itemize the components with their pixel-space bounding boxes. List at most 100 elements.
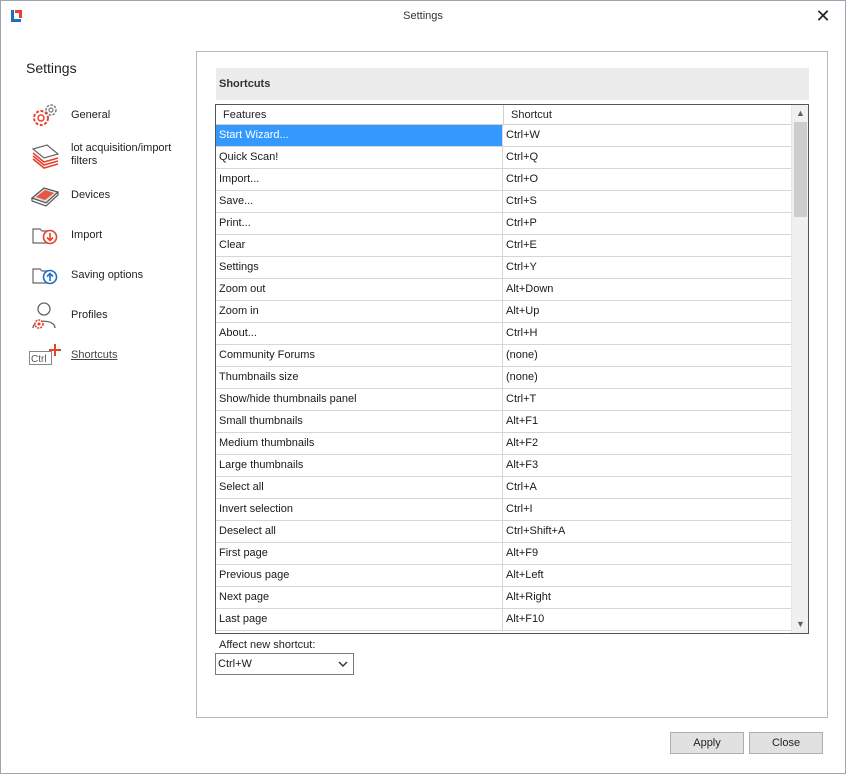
chevron-down-icon	[338, 661, 348, 667]
feature-cell: Print...	[216, 213, 503, 234]
shortcut-cell: Ctrl+W	[506, 129, 540, 141]
shortcut-cell: (none)	[506, 349, 538, 361]
sidebar-item-saving-options[interactable]: Saving options	[29, 255, 199, 295]
shortcut-cell: Ctrl+T	[506, 393, 537, 405]
sidebar-item-label: General	[71, 108, 111, 121]
feature-cell: Select all	[216, 477, 503, 498]
feature-cell: Last page	[216, 609, 503, 630]
feature-cell: Import...	[216, 169, 503, 190]
table-row[interactable]: Import... Ctrl+O	[216, 169, 791, 191]
scroll-up-icon[interactable]: ▲	[792, 105, 808, 122]
section-header: Shortcuts	[216, 68, 809, 100]
shortcut-cell: Ctrl+Shift+A	[506, 525, 566, 537]
close-button[interactable]: Close	[749, 732, 823, 754]
shortcut-cell: Alt+F3	[506, 459, 539, 471]
shortcut-cell: Ctrl+S	[506, 195, 537, 207]
feature-cell: Medium thumbnails	[216, 433, 503, 454]
feature-cell: Zoom in	[216, 301, 503, 322]
table-row[interactable]: Print... Ctrl+P	[216, 213, 791, 235]
gears-icon	[29, 100, 61, 130]
table-row[interactable]: Zoom in Alt+Up	[216, 301, 791, 323]
shortcut-cell: (none)	[506, 371, 538, 383]
feature-cell: Small thumbnails	[216, 411, 503, 432]
table-row[interactable]: Large thumbnails Alt+F3	[216, 455, 791, 477]
sidebar-item-profiles[interactable]: Profiles	[29, 295, 199, 335]
table-row[interactable]: Last page Alt+F10	[216, 609, 791, 631]
table-row[interactable]: Select all Ctrl+A	[216, 477, 791, 499]
sidebar-nav: General lot acquisition/import filters D…	[29, 95, 199, 375]
feature-cell: Zoom out	[216, 279, 503, 300]
feature-cell: Quick Scan!	[216, 147, 503, 168]
folder-import-icon	[29, 220, 61, 250]
sidebar-item-acquisition-filters[interactable]: lot acquisition/import filters	[29, 135, 199, 175]
table-row[interactable]: Thumbnails size (none)	[216, 367, 791, 389]
feature-cell: Start Wizard...	[216, 125, 503, 146]
user-profile-icon	[29, 300, 61, 330]
shortcut-cell: Ctrl+I	[506, 503, 533, 515]
paper-stack-icon	[29, 140, 61, 170]
shortcut-cell: Ctrl+Q	[506, 151, 539, 163]
window-close-button[interactable]: ✕	[811, 5, 835, 27]
shortcuts-table[interactable]: Features Shortcut Start Wizard... Ctrl+W Q…	[215, 104, 809, 634]
sidebar-item-label: Devices	[71, 188, 111, 201]
shortcut-cell: Alt+F1	[506, 415, 539, 427]
svg-text:Ctrl: Ctrl	[31, 354, 47, 365]
feature-cell: Clear	[216, 235, 503, 256]
sidebar-item-general[interactable]: General	[29, 95, 199, 135]
feature-cell: First page	[216, 543, 503, 564]
table-row[interactable]: Start Wizard... Ctrl+W	[216, 125, 791, 147]
sidebar-item-label: Profiles	[71, 308, 108, 321]
window-title: Settings	[403, 10, 443, 22]
table-row[interactable]: Community Forums (none)	[216, 345, 791, 367]
table-row[interactable]: Save... Ctrl+S	[216, 191, 791, 213]
table-row[interactable]: Show/hide thumbnails panel Ctrl+T	[216, 389, 791, 411]
table-row[interactable]: Quick Scan! Ctrl+Q	[216, 147, 791, 169]
shortcut-cell: Alt+F10	[506, 613, 545, 625]
title-bar: Settings ✕	[1, 1, 845, 33]
settings-content-panel: Shortcuts Features Shortcut Start Wizard…	[196, 51, 828, 718]
table-row[interactable]: Small thumbnails Alt+F1	[216, 411, 791, 433]
sidebar-item-devices[interactable]: Devices	[29, 175, 199, 215]
vertical-scrollbar[interactable]: ▲ ▼	[791, 105, 808, 633]
table-row[interactable]: Invert selection Ctrl+I	[216, 499, 791, 521]
affect-shortcut-select[interactable]: Ctrl+W	[215, 653, 354, 675]
apply-button[interactable]: Apply	[670, 732, 744, 754]
shortcut-cell: Ctrl+P	[506, 217, 537, 229]
shortcut-cell: Alt+Right	[506, 591, 551, 603]
sidebar-item-label: Shortcuts	[71, 348, 118, 361]
feature-cell: Previous page	[216, 565, 503, 586]
table-row[interactable]: Zoom out Alt+Down	[216, 279, 791, 301]
sidebar-item-label: lot acquisition/import filters	[71, 142, 172, 167]
shortcut-cell: Alt+Down	[506, 283, 554, 295]
sidebar-item-label: Import	[71, 228, 103, 241]
table-row[interactable]: Clear Ctrl+E	[216, 235, 791, 257]
table-row[interactable]: Deselect all Ctrl+Shift+A	[216, 521, 791, 543]
shortcut-cell: Ctrl+H	[506, 327, 538, 339]
section-title: Shortcuts	[219, 78, 271, 90]
feature-cell: About...	[216, 323, 503, 344]
table-header: Features Shortcut	[216, 105, 791, 125]
table-row[interactable]: Settings Ctrl+Y	[216, 257, 791, 279]
table-row[interactable]: About... Ctrl+H	[216, 323, 791, 345]
feature-cell: Next page	[216, 587, 503, 608]
column-header-features[interactable]: Features	[216, 105, 503, 125]
feature-cell: Thumbnails size	[216, 367, 503, 388]
shortcut-cell: Ctrl+O	[506, 173, 539, 185]
table-row[interactable]: Next page Alt+Right	[216, 587, 791, 609]
table-row[interactable]: Previous page Alt+Left	[216, 565, 791, 587]
sidebar-item-import[interactable]: Import	[29, 215, 199, 255]
table-row[interactable]: Medium thumbnails Alt+F2	[216, 433, 791, 455]
sidebar-item-shortcuts[interactable]: Ctrl Shortcuts	[29, 335, 199, 375]
column-header-shortcut[interactable]: Shortcut	[504, 105, 791, 125]
scrollbar-thumb[interactable]	[794, 122, 807, 217]
feature-cell: Invert selection	[216, 499, 503, 520]
settings-window: Settings ✕ Settings General lot acquisit…	[0, 0, 846, 774]
ctrl-plus-icon: Ctrl	[29, 340, 61, 370]
feature-cell: Deselect all	[216, 521, 503, 542]
table-row[interactable]: First page Alt+F9	[216, 543, 791, 565]
table-body: Start Wizard... Ctrl+W Quick Scan! Ctrl+Q Im…	[216, 125, 791, 631]
affect-shortcut-label: Affect new shortcut:	[219, 639, 316, 651]
affect-shortcut-value: Ctrl+W	[218, 658, 252, 670]
shortcut-cell: Ctrl+Y	[506, 261, 537, 273]
scroll-down-icon[interactable]: ▼	[792, 616, 808, 633]
